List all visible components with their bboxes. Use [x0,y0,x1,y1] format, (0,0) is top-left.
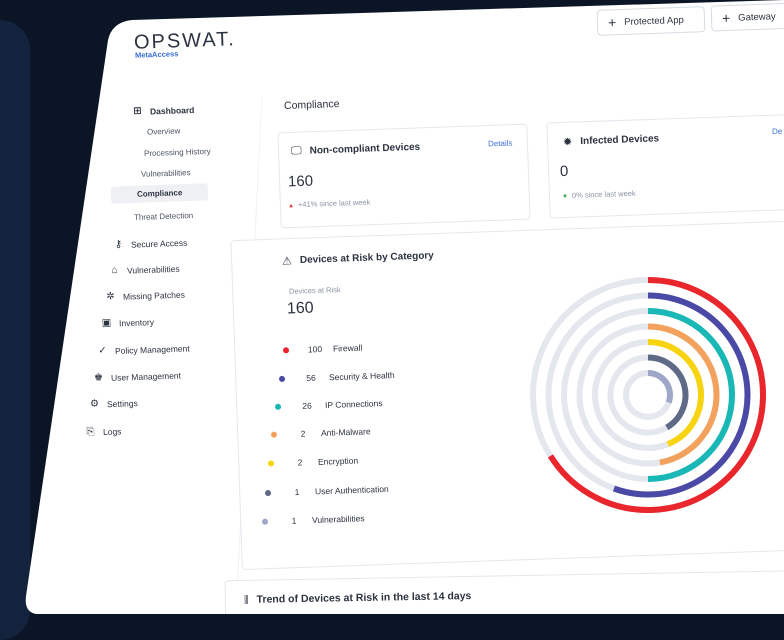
bar-chart-icon: ⫼ [243,594,249,606]
radial-bar-anti-malware[interactable] [647,323,720,466]
radial-bar-chart [530,277,766,513]
app-window: OPSWAT. MetaAccess + Protected App + Gat… [0,0,784,614]
radial-bar-vulnerabilities[interactable] [647,370,673,404]
